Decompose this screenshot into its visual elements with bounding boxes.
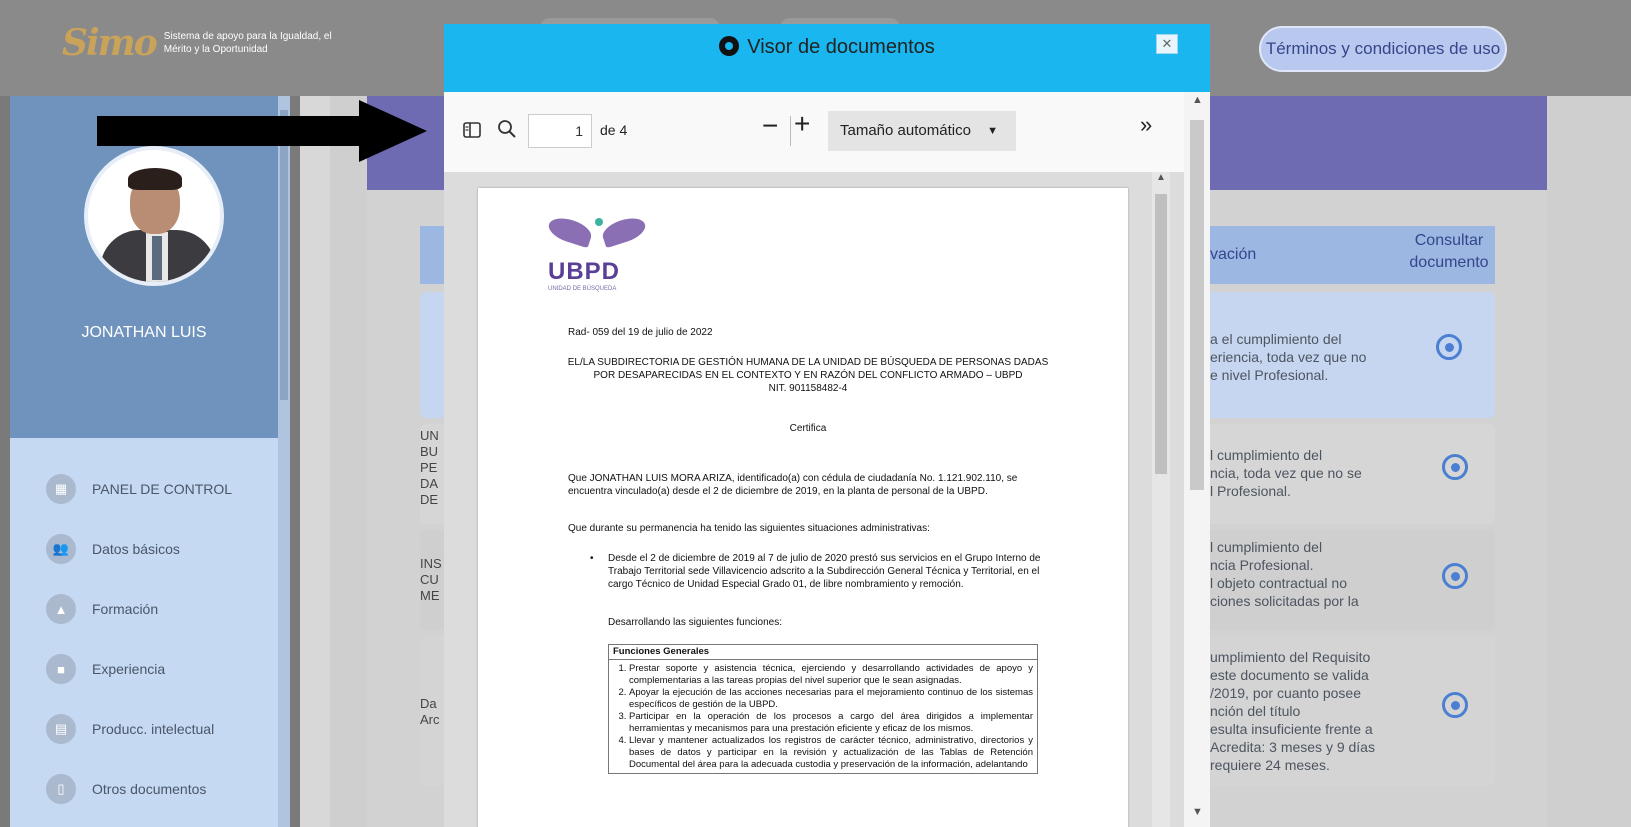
row-observation: umplimiento del Requisito este documento…	[1210, 649, 1375, 773]
scroll-up-icon[interactable]: ▲	[1192, 94, 1203, 106]
sidebar-item-datos[interactable]: 👥 Datos básicos	[46, 534, 180, 564]
sidebar-item-experiencia[interactable]: ■ Experiencia	[46, 654, 165, 684]
doc-paragraph: encuentra vinculado(a) desde el 2 de dic…	[568, 486, 988, 497]
doc-paragraph: Desde el 2 de diciembre de 2019 al 7 de …	[608, 553, 1041, 564]
people-icon: 👥	[46, 534, 76, 564]
functions-table: Funciones Generales Prestar soporte y as…	[608, 644, 1038, 774]
doc-paragraph: Desarrollando las siguientes funciones:	[608, 617, 782, 628]
logo-mark: Simo	[62, 22, 158, 64]
sidebar-toggle-icon[interactable]	[462, 120, 482, 145]
sidebar-item-otros[interactable]: ▯ Otros documentos	[46, 774, 206, 804]
ubpd-logo-sub: UNIDAD DE BÚSQUEDA	[548, 286, 617, 292]
chevron-down-icon: ▼	[987, 125, 998, 137]
doc-paragraph: Trabajo Territorial sede Villavicencio a…	[608, 566, 1040, 577]
scroll-down-icon[interactable]: ▼	[1192, 806, 1203, 818]
sidebar-item-label: Otros documentos	[92, 781, 207, 797]
scroll-up-icon[interactable]: ▲	[1156, 172, 1166, 183]
doc-paragraph: cargo Técnico de Unidad Especial Grado 0…	[608, 579, 964, 590]
simo-logo[interactable]: Simo Sistema de apoyo para la Igualdad, …	[62, 22, 354, 64]
search-icon[interactable]	[496, 118, 518, 145]
doc-heading-1: EL/LA SUBDIRECTORIA DE GESTIÓN HUMANA DE…	[567, 357, 1049, 368]
modal-title-text: Visor de documentos	[747, 36, 935, 58]
briefcase-icon: ■	[46, 654, 76, 684]
modal-scrollbar[interactable]	[1184, 92, 1210, 827]
view-document-icon[interactable]	[1436, 334, 1462, 360]
modal-title: Visor de documentos	[444, 36, 1210, 59]
row-entity: INS CU ME	[420, 556, 442, 603]
view-document-icon[interactable]	[1442, 692, 1468, 718]
book-icon: ▤	[46, 714, 76, 744]
logo-text: Sistema de apoyo para la Igualdad, el Mé…	[163, 31, 332, 55]
row-observation: a el cumplimiento del eriencia, toda vez…	[1210, 331, 1367, 383]
ubpd-logo: UBPD UNIDAD DE BÚSQUEDA	[544, 212, 654, 292]
doc-rad: Rad- 059 del 19 de julio de 2022	[568, 327, 713, 338]
eye-icon	[719, 36, 740, 56]
sidebar-item-label: PANEL DE CONTROL	[92, 481, 233, 497]
annotation-arrow-icon	[97, 100, 427, 162]
page-count: de 4	[600, 122, 628, 138]
document-icon: ▯	[46, 774, 76, 804]
view-document-icon[interactable]	[1442, 454, 1468, 480]
view-document-icon[interactable]	[1442, 563, 1468, 589]
graduation-icon: ▲	[46, 594, 76, 624]
sidebar-scrollbar[interactable]	[278, 96, 290, 827]
page-number-input[interactable]: 1	[528, 114, 592, 148]
sidebar-item-label: Producc. intelectual	[92, 721, 215, 737]
zoom-select[interactable]: Tamaño automático ▼	[828, 111, 1016, 151]
sidebar-item-label: Formación	[92, 601, 159, 617]
col-consultar: Consultar documento	[1409, 232, 1489, 271]
doc-paragraph: Que JONATHAN LUIS MORA ARIZA, identifica…	[568, 473, 1018, 484]
function-item: Llevar y mantener actualizados los regis…	[629, 735, 1033, 771]
functions-header: Funciones Generales	[609, 645, 1037, 660]
zoom-out-button[interactable]: −	[762, 110, 778, 142]
row-observation: l cumplimiento del ncia Profesional. l o…	[1210, 539, 1359, 609]
more-tools-icon[interactable]: »	[1140, 112, 1152, 138]
doc-certifica: Certifica	[789, 423, 827, 434]
function-item: Prestar soporte y asistencia técnica, ej…	[629, 663, 1033, 687]
doc-heading-2: POR DESAPARECIDAS EN EL CONTEXTO Y EN RA…	[593, 370, 1023, 381]
row-entity: UN BU PE DA DE	[420, 428, 439, 507]
ubpd-logo-text: UBPD	[548, 258, 621, 285]
profile-name: JONATHAN LUIS	[81, 324, 207, 341]
doc-paragraph: Que durante su permanencia ha tenido las…	[568, 523, 930, 534]
doc-bullet-marker: •	[590, 553, 594, 564]
document-area: UBPD UNIDAD DE BÚSQUEDA Rad- 059 del 19 …	[444, 172, 1184, 827]
sidebar-item-produccion[interactable]: ▤ Producc. intelectual	[46, 714, 214, 744]
dashboard-icon: ▦	[46, 474, 76, 504]
sidebar-item-label: Experiencia	[92, 661, 166, 677]
zoom-in-button[interactable]: +	[794, 108, 810, 140]
row-entity: Da Arc	[420, 696, 440, 727]
doc-nit: NIT. 901158482-4	[768, 383, 848, 394]
pdf-viewer: 1 de 4 − + Tamaño automático ▼ » ▲ ▼ UBP…	[444, 92, 1210, 827]
document-scrollbar[interactable]: ▲	[1152, 172, 1170, 827]
close-button[interactable]: ✕	[1156, 34, 1178, 54]
sidebar: JONATHAN LUIS ▦ PANEL DE CONTROL 👥 Datos…	[10, 96, 290, 827]
col-observacion: vación	[1210, 246, 1257, 263]
zoom-select-value: Tamaño automático	[840, 122, 971, 139]
sidebar-item-panel[interactable]: ▦ PANEL DE CONTROL	[46, 474, 232, 504]
modal-header: Visor de documentos ✕	[444, 24, 1210, 92]
document-viewer-modal: Visor de documentos ✕ 1 de 4 − + Tamaño …	[444, 24, 1210, 827]
sidebar-item-formacion[interactable]: ▲ Formación	[46, 594, 158, 624]
row-observation: l cumplimiento del ncia, toda vez que no…	[1210, 447, 1362, 499]
function-item: Apoyar la ejecución de las acciones nece…	[629, 687, 1033, 711]
avatar	[84, 146, 224, 286]
pdf-page: UBPD UNIDAD DE BÚSQUEDA Rad- 059 del 19 …	[478, 188, 1128, 827]
toolbar-separator	[790, 116, 791, 146]
pdf-toolbar: 1 de 4 − + Tamaño automático ▼ »	[444, 92, 1184, 172]
sidebar-item-label: Datos básicos	[92, 541, 180, 557]
function-item: Participar en la operación de los proces…	[629, 711, 1033, 735]
sidebar-menu: ▦ PANEL DE CONTROL 👥 Datos básicos ▲ For…	[10, 438, 278, 827]
terms-button[interactable]: Términos y condiciones de uso	[1259, 26, 1507, 72]
